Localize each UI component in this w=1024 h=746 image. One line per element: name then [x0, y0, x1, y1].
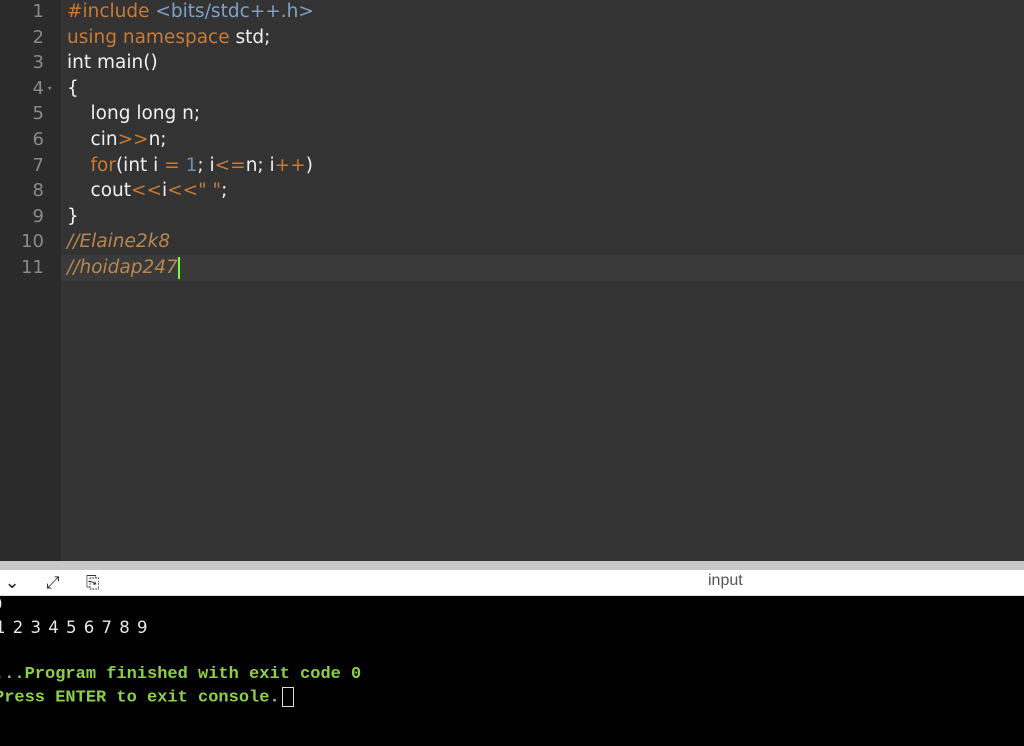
line-number: 9 [32, 205, 44, 227]
active-line-highlight [61, 255, 1024, 281]
code-token: " " [198, 180, 222, 202]
code-token: cin [67, 129, 118, 150]
code-token: <bits/stdc++.h> [155, 1, 314, 22]
clipboard-icon[interactable]: ⎘ [86, 573, 100, 593]
code-line[interactable]: cout<<i<<" "; [67, 178, 228, 204]
code-token: for [90, 154, 116, 176]
code-token: 1 [185, 154, 198, 176]
console-cursor [281, 687, 294, 707]
chevron-down-icon[interactable]: ⌄ [5, 573, 19, 593]
line-number: 8 [32, 180, 44, 202]
code-token: #include [67, 1, 156, 22]
code-token: { [67, 77, 79, 99]
console-program-output: 1 2 3 4 5 6 7 8 9 [0, 618, 148, 637]
code-token: n; i [245, 154, 275, 176]
line-number: 10 [21, 231, 44, 253]
code-token: ++ [274, 154, 306, 176]
code-line[interactable]: #include <bits/stdc++.h> [67, 0, 314, 25]
console-output[interactable]: 9 1 2 3 4 5 6 7 8 9 ...Program finished … [0, 594, 1024, 746]
line-number: 1 [32, 1, 44, 22]
fold-toggle-icon[interactable]: ▾ [47, 84, 52, 94]
line-number: 6 [32, 129, 44, 150]
code-line[interactable]: //Elaine2k8 [67, 229, 170, 255]
line-number-gutter: 1 2 3 4 ▾ 5 6 7 8 9 10 11 [0, 0, 61, 561]
code-token: int main() [67, 52, 158, 74]
code-token: using namespace [67, 26, 236, 48]
line-number: 3 [32, 52, 44, 74]
code-token: = [164, 154, 180, 176]
code-token: >> [117, 129, 149, 150]
code-token: ; i [197, 154, 215, 176]
code-line[interactable]: int main() [67, 50, 158, 76]
press-enter-text: Press ENTER to exit console. [0, 688, 280, 708]
console-toolbar: ⌄ ⤢ ⎘ input [0, 570, 1024, 596]
code-token: //hoidap247 [67, 257, 178, 278]
line-number: 11 [21, 257, 44, 278]
code-token: cout [67, 180, 131, 202]
code-token: std; [235, 26, 271, 48]
code-token: ) [305, 154, 313, 176]
line-number: 7 [32, 154, 44, 176]
panel-splitter[interactable] [0, 561, 1024, 570]
code-token: ; [221, 180, 228, 202]
code-line[interactable]: for(int i = 1; i<=n; i++) [67, 153, 313, 179]
line-number: 2 [32, 26, 44, 48]
console-finished-message: ...Program finished with exit code 0 [0, 665, 362, 684]
code-line[interactable]: } [67, 204, 79, 230]
code-token: << [131, 180, 163, 202]
code-token: //Elaine2k8 [67, 231, 171, 253]
text-cursor [177, 257, 180, 279]
line-number: 5 [32, 103, 44, 125]
code-line[interactable]: //hoidap247 [67, 255, 180, 281]
code-token: long long n; [67, 103, 201, 125]
console-input-echo: 9 [0, 594, 3, 616]
code-line[interactable]: cin>>n; [67, 127, 167, 153]
console-press-enter: Press ENTER to exit console. [0, 687, 294, 709]
input-tab-label[interactable]: input [708, 572, 743, 590]
code-editor[interactable]: 1 2 3 4 ▾ 5 6 7 8 9 10 11 #include <bits/stdc++.h> u… [0, 0, 1024, 561]
code-token: } [67, 205, 79, 227]
code-token: <= [214, 154, 246, 176]
code-token: (int i [115, 154, 165, 176]
code-line[interactable]: long long n; [67, 101, 201, 127]
expand-icon[interactable]: ⤢ [46, 573, 60, 593]
line-number: 4 [32, 77, 44, 99]
code-token: n; [148, 129, 167, 150]
code-line[interactable]: { [67, 76, 79, 102]
code-token: << [167, 180, 199, 202]
code-line[interactable]: using namespace std; [67, 25, 270, 51]
